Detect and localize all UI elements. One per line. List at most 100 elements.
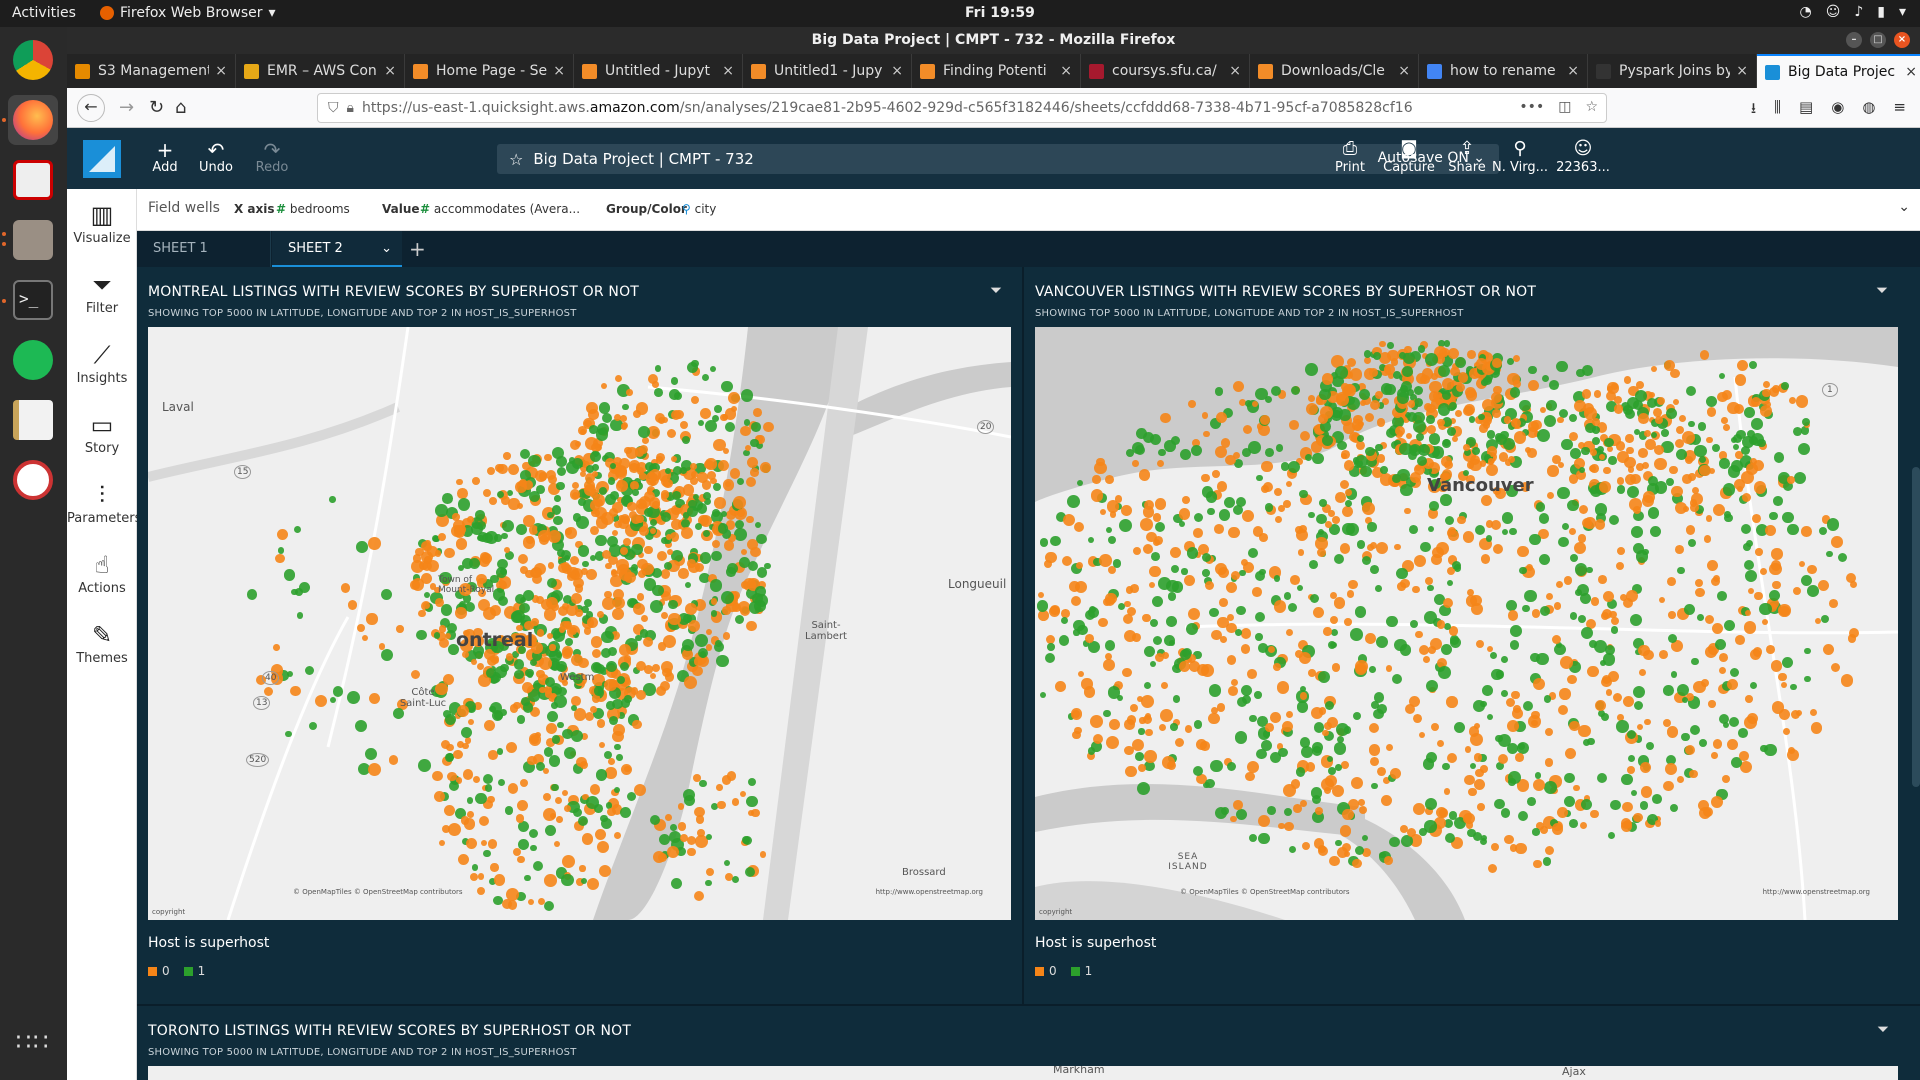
close-tab-icon[interactable]: × (384, 63, 396, 79)
back-button[interactable]: ← (77, 94, 105, 122)
rail-actions[interactable]: ☝ Actions (67, 551, 137, 596)
close-tab-icon[interactable]: × (1229, 63, 1241, 79)
map-point (1047, 643, 1055, 651)
evince-launcher[interactable] (8, 155, 58, 205)
browser-tab[interactable]: Untitled1 - Jupy × (743, 54, 912, 88)
close-tab-icon[interactable]: × (722, 63, 734, 79)
reload-button[interactable]: ↻ (149, 97, 164, 118)
files-launcher[interactable] (8, 215, 58, 265)
map-attribution-url[interactable]: http://www.openstreetmap.org (1763, 888, 1870, 896)
favorite-star-icon[interactable]: ☆ (509, 150, 523, 169)
clock[interactable]: Fri 19:59 (965, 5, 1035, 21)
browser-tab[interactable]: Untitled - Jupyt × (574, 54, 743, 88)
close-button[interactable]: × (1894, 32, 1910, 48)
system-tray[interactable]: ◔ ☺ ♪ ▮ ▾ (1799, 4, 1906, 20)
x-axis-well[interactable]: # bedrooms (276, 202, 350, 216)
rail-themes[interactable]: ✎ Themes (67, 621, 137, 666)
extension-icon[interactable]: ◍ (1862, 98, 1875, 123)
network-app-launcher[interactable] (8, 455, 58, 505)
pocket-icon[interactable]: ◫ (1558, 99, 1571, 115)
browser-tab[interactable]: Big Data Projec × (1757, 54, 1920, 88)
close-tab-icon[interactable]: × (215, 63, 227, 79)
region-button[interactable]: ⚲ N. Virg... (1490, 138, 1550, 175)
map-point (554, 495, 561, 502)
browser-tab[interactable]: Finding Potenti × (912, 54, 1081, 88)
close-tab-icon[interactable]: × (1736, 63, 1748, 79)
browser-tab[interactable]: Home Page - Se × (405, 54, 574, 88)
chevron-down-icon[interactable]: ⌄ (381, 231, 392, 267)
close-tab-icon[interactable]: × (1398, 63, 1410, 79)
vancouver-visual[interactable]: VANCOUVER LISTINGS WITH REVIEW SCORES BY… (1024, 267, 1909, 1004)
account-button[interactable]: ☺ 22363... (1553, 138, 1613, 175)
montreal-map[interactable]: Laval Longueuil ontreal Saint-Lambert Cô… (148, 327, 1011, 920)
vancouver-map[interactable]: Vancouver SEA ISLAND 1 © OpenMapTiles © … (1035, 327, 1898, 920)
browser-tab[interactable]: S3 Management × (67, 54, 236, 88)
rail-parameters[interactable]: ⫶ Parameters (67, 481, 141, 526)
legend-item-0[interactable]: 0 (148, 964, 170, 978)
montreal-visual[interactable]: MONTREAL LISTINGS WITH REVIEW SCORES BY … (137, 267, 1022, 1004)
analysis-title[interactable]: Big Data Project | CMPT - 732 (533, 150, 753, 168)
rail-story[interactable]: ▭ Story (67, 411, 137, 456)
canvas-scrollbar[interactable] (1912, 467, 1920, 787)
minimize-button[interactable]: – (1846, 32, 1862, 48)
close-tab-icon[interactable]: × (553, 63, 565, 79)
close-tab-icon[interactable]: × (1060, 63, 1072, 79)
close-tab-icon[interactable]: × (1905, 64, 1917, 80)
browser-tab[interactable]: coursys.sfu.ca/ × (1081, 54, 1250, 88)
library-icon[interactable]: ⫼ (1774, 98, 1781, 123)
visual-filter-icon[interactable]: ⏷ (990, 281, 1002, 299)
print-button[interactable]: ⎙ Print (1320, 138, 1380, 175)
terminal-launcher[interactable]: >_ (8, 275, 58, 325)
show-applications-button[interactable]: ∷∷ (8, 1017, 58, 1067)
map-point (1360, 399, 1367, 406)
map-attribution-url[interactable]: http://www.openstreetmap.org (876, 888, 983, 896)
visual-filter-icon[interactable]: ⏷ (1876, 281, 1888, 299)
field-wells-title[interactable]: Field wells (148, 200, 220, 216)
rail-insights[interactable]: ⟋ Insights (67, 341, 137, 386)
bookmark-star-icon[interactable]: ☆ (1585, 99, 1598, 115)
toronto-visual[interactable]: TORONTO LISTINGS WITH REVIEW SCORES BY S… (137, 1006, 1912, 1080)
maximize-button[interactable]: □ (1870, 32, 1886, 48)
browser-tab[interactable]: Pyspark Joins by E × (1588, 54, 1757, 88)
firefox-launcher[interactable] (8, 95, 58, 145)
close-tab-icon[interactable]: × (891, 63, 903, 79)
capture-button[interactable]: ◙ Capture (1379, 138, 1439, 175)
add-sheet-button[interactable]: + (409, 237, 426, 261)
downloads-icon[interactable]: ⭳ (1751, 98, 1756, 123)
quicksight-logo[interactable] (83, 140, 121, 178)
account-icon[interactable]: ◉ (1831, 98, 1844, 123)
undo-button[interactable]: ↶ Undo (193, 138, 239, 175)
browser-tab[interactable]: EMR – AWS Con × (236, 54, 405, 88)
page-actions-icon[interactable]: ••• (1519, 99, 1544, 115)
visual-filter-icon[interactable]: ⏷ (1877, 1020, 1889, 1038)
legend-item-1[interactable]: 1 (183, 964, 205, 978)
redo-button[interactable]: ↷ Redo (249, 138, 295, 175)
sheet-tab-2[interactable]: SHEET 2 ⌄ (272, 231, 402, 267)
rail-visualize[interactable]: ▥ Visualize (67, 201, 137, 246)
expand-field-wells-icon[interactable]: ⌄ (1898, 199, 1910, 215)
add-button[interactable]: + Add (145, 138, 185, 175)
url-bar[interactable]: ⛉ 🔒︎ https://us-east-1.quicksight.aws. am… (317, 93, 1607, 123)
rail-filter[interactable]: ⏷ Filter (67, 271, 137, 316)
close-tab-icon[interactable]: × (1567, 63, 1579, 79)
browser-tab[interactable]: Downloads/Cle × (1250, 54, 1419, 88)
share-button[interactable]: ⇪ Share (1437, 138, 1497, 175)
forward-button[interactable]: → (119, 97, 134, 118)
chrome-launcher[interactable] (8, 35, 58, 85)
toronto-map[interactable]: Markham Ajax (148, 1066, 1898, 1080)
sheet-tab-1[interactable]: SHEET 1 (137, 231, 271, 267)
legend-item-1[interactable]: 1 (1070, 964, 1092, 978)
spotify-launcher[interactable] (8, 335, 58, 385)
text-editor-launcher[interactable] (8, 395, 58, 445)
map-point (1463, 405, 1474, 417)
legend-item-0[interactable]: 0 (1035, 964, 1057, 978)
menu-icon[interactable]: ≡ (1893, 98, 1906, 123)
browser-tab[interactable]: how to rename × (1419, 54, 1588, 88)
sidebar-icon[interactable]: ▤ (1799, 98, 1813, 123)
home-button[interactable]: ⌂ (175, 97, 186, 118)
group-color-well[interactable]: ⚲ city (682, 202, 716, 216)
app-menu[interactable]: Firefox Web Browser ▾ (100, 5, 276, 21)
value-well[interactable]: # accommodates (Avera... (420, 202, 580, 216)
activities-button[interactable]: Activities (12, 5, 76, 21)
map-point (366, 613, 378, 625)
